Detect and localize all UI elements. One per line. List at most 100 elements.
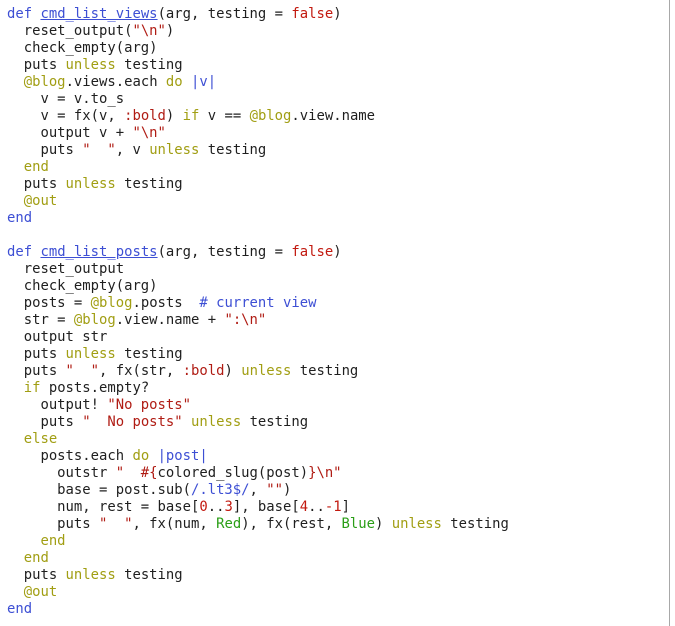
code-line: @out — [7, 584, 509, 601]
code-token: 3 — [224, 499, 233, 515]
code-token: end — [40, 533, 66, 549]
code-token: ] — [341, 499, 350, 515]
code-line: puts " ", fx(num, Red), fx(rest, Blue) u… — [7, 516, 509, 533]
code-token: 0 — [199, 499, 208, 515]
code-token: ":\n" — [224, 312, 267, 328]
code-token: output str — [7, 329, 108, 345]
code-token: else — [23, 431, 58, 447]
code-line: @out — [7, 193, 509, 210]
code-token: end — [7, 210, 33, 226]
code-token: , — [249, 482, 267, 498]
code-line: puts unless testing — [7, 346, 509, 363]
code-line: puts " ", fx(str, :bold) unless testing — [7, 363, 509, 380]
code-text-area[interactable]: def cmd_list_views(arg, testing = false)… — [7, 6, 509, 618]
code-line: end — [7, 601, 509, 618]
code-token: unless — [65, 346, 116, 362]
code-token: testing — [199, 142, 267, 158]
code-token: (arg, testing = — [157, 6, 292, 22]
code-line: output v + "\n" — [7, 125, 509, 142]
code-token: unless — [241, 363, 292, 379]
code-token: ) — [224, 363, 242, 379]
code-line: puts unless testing — [7, 567, 509, 584]
code-token: testing — [291, 363, 359, 379]
code-token: .views.each — [65, 74, 166, 90]
code-token: puts — [7, 346, 66, 362]
code-token: output v + — [7, 125, 133, 141]
code-line: else — [7, 431, 509, 448]
code-token: testing — [115, 567, 183, 583]
code-token: v == — [199, 108, 250, 124]
code-line: v = fx(v, :bold) if v == @blog.view.name — [7, 108, 509, 125]
code-line: def cmd_list_posts(arg, testing = false) — [7, 244, 509, 261]
code-token: ), fx(rest, — [241, 516, 342, 532]
code-token: , fx(num, — [132, 516, 217, 532]
code-token: testing — [115, 57, 183, 73]
code-token: if — [182, 108, 200, 124]
code-token: 4 — [299, 499, 309, 515]
code-token: do — [132, 448, 150, 464]
code-token: posts.each — [7, 448, 133, 464]
code-token: /.lt3$/ — [190, 482, 250, 498]
code-token: puts — [7, 414, 83, 430]
code-token: @out — [23, 193, 58, 209]
code-token: end — [7, 601, 33, 617]
code-token: ) — [165, 108, 183, 124]
code-token: end — [23, 159, 49, 175]
code-token: false — [291, 6, 334, 22]
code-line: v = v.to_s — [7, 91, 509, 108]
code-token: " " — [82, 142, 116, 158]
code-line: puts " ", v unless testing — [7, 142, 509, 159]
code-token: outstr — [7, 465, 116, 481]
code-line: if posts.empty? — [7, 380, 509, 397]
code-token: unless — [65, 176, 116, 192]
code-token: reset_output( — [7, 23, 133, 39]
code-token: testing — [115, 176, 183, 192]
code-token: def — [7, 244, 33, 260]
code-token: v = v.to_s — [7, 91, 125, 107]
code-line: end — [7, 550, 509, 567]
code-token: .. — [207, 499, 225, 515]
code-token: " " — [65, 363, 99, 379]
code-line: num, rest = base[0..3], base[4..-1] — [7, 499, 509, 516]
code-token: if — [23, 380, 41, 396]
code-token: " No posts" — [82, 414, 183, 430]
code-token: :bold — [124, 108, 166, 124]
code-token: puts — [7, 567, 66, 583]
code-line: puts unless testing — [7, 57, 509, 74]
code-line: puts unless testing — [7, 176, 509, 193]
code-token: ) — [283, 482, 292, 498]
code-token: "\n" — [132, 23, 166, 39]
code-token: ) — [333, 6, 342, 22]
code-token: check_empty(arg) — [7, 40, 158, 56]
code-line: end — [7, 159, 509, 176]
code-line: end — [7, 210, 509, 227]
code-token: check_empty(arg) — [7, 278, 158, 294]
code-token: base = post.sub( — [7, 482, 191, 498]
code-token: ) — [165, 23, 175, 39]
code-token: , v — [115, 142, 150, 158]
code-line: posts.each do |post| — [7, 448, 509, 465]
code-token: @blog — [90, 295, 133, 311]
code-token: :bold — [182, 363, 225, 379]
window-edge-strip — [670, 0, 675, 626]
code-token: ) — [333, 244, 342, 260]
code-token: "No posts" — [107, 397, 191, 413]
code-token: testing — [115, 346, 183, 362]
code-line: base = post.sub(/.lt3$/, "") — [7, 482, 509, 499]
code-token: v = fx(v, — [7, 108, 125, 124]
code-token: do — [165, 74, 183, 90]
code-token: cmd_list_posts — [40, 244, 158, 260]
code-token: |v| — [191, 74, 217, 90]
code-token: # current view — [199, 295, 317, 311]
code-token: |post| — [157, 448, 208, 464]
code-line: end — [7, 533, 509, 550]
code-editor[interactable]: def cmd_list_views(arg, testing = false)… — [0, 0, 669, 626]
code-line: output! "No posts" — [7, 397, 509, 414]
code-token: Red — [216, 516, 242, 532]
